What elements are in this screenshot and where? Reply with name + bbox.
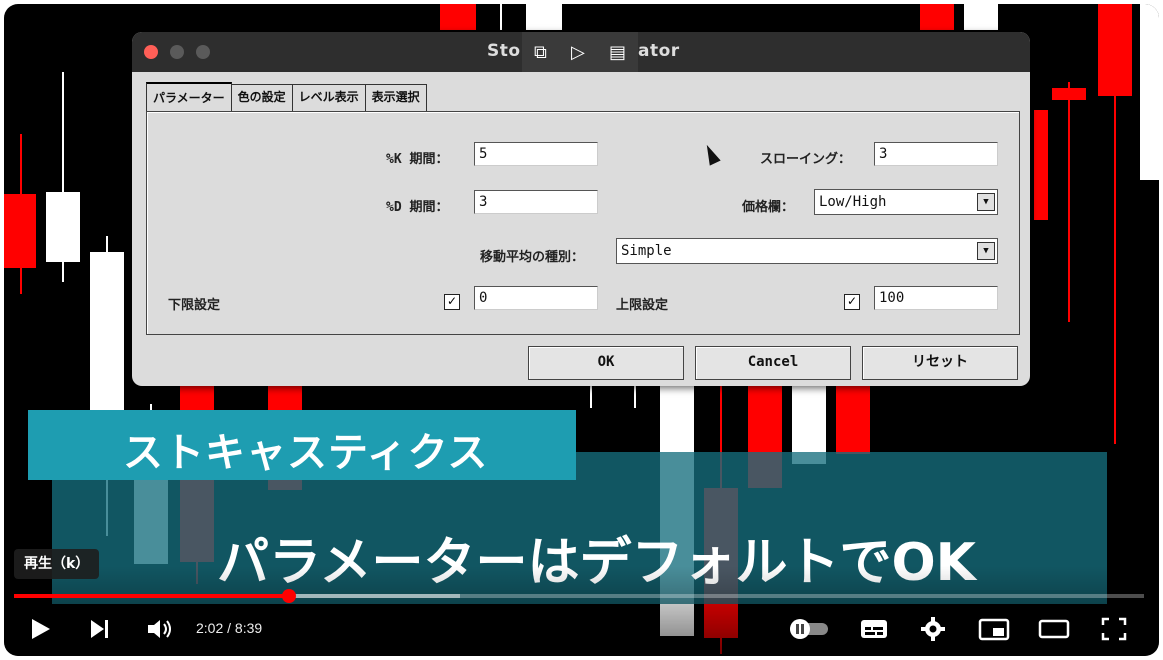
fullscreen-button[interactable] (1100, 612, 1128, 646)
candle (46, 192, 80, 262)
upper-limit-input[interactable]: 100 (874, 286, 998, 310)
subtitles-button[interactable] (860, 612, 888, 646)
cancel-button[interactable]: Cancel (695, 346, 851, 380)
tab-colors[interactable]: 色の設定 (230, 84, 293, 112)
dialog-title-right: ator (638, 41, 680, 61)
ma-method-label: 移動平均の種別： (480, 250, 585, 265)
ma-method-select[interactable]: Simple ▼ (616, 238, 998, 264)
autoplay-toggle-icon (790, 619, 828, 639)
candle (4, 194, 36, 268)
upper-limit-label: 上限設定 (616, 298, 669, 313)
progress-bar[interactable] (14, 589, 1144, 603)
k-period-input[interactable]: 5 (474, 142, 598, 166)
play-icon (32, 619, 50, 639)
time-display: 2:02 / 8:39 (196, 620, 263, 636)
k-period-label: %K 期間： (386, 152, 449, 167)
play-button[interactable] (30, 612, 52, 646)
caption-top-text: ストキャスティクス (123, 430, 489, 476)
close-window-button[interactable] (144, 45, 158, 59)
settings-button[interactable] (920, 612, 946, 646)
miniplayer-button[interactable] (978, 612, 1010, 646)
fullscreen-icon (1101, 617, 1127, 641)
price-field-select[interactable]: Low/High ▼ (814, 189, 998, 215)
upper-limit-checkbox[interactable]: ✓ (844, 294, 860, 310)
reset-button[interactable]: リセット (862, 346, 1018, 380)
overlay-toolbar: ⧉ ▷ ▤ (522, 32, 638, 72)
candle (1034, 110, 1048, 220)
video-ai-icon[interactable]: ▷ (571, 42, 585, 63)
subtitles-icon (861, 620, 887, 638)
tab-visualization[interactable]: 表示選択 (364, 84, 427, 112)
ma-method-value: Simple (621, 243, 672, 259)
candle (1098, 4, 1132, 96)
candle (1052, 88, 1086, 100)
dropdown-arrow-icon: ▼ (977, 193, 995, 211)
stochastic-oscillator-dialog: Sto ator ⧉ ▷ ▤ パラメーター 色の設定 レベル表示 表示選択 %K… (132, 32, 1030, 386)
d-period-label: %D 期間： (386, 200, 449, 215)
play-tooltip: 再生（k） (14, 549, 100, 579)
candle (440, 4, 476, 30)
pip-icon[interactable]: ⧉ (534, 42, 547, 63)
lower-limit-input[interactable]: 0 (474, 286, 598, 310)
caption-banner-top: ストキャスティクス (28, 410, 576, 480)
dialog-titlebar: Sto ator ⧉ ▷ ▤ (132, 32, 1030, 72)
price-field-value: Low/High (819, 194, 887, 210)
played-bar (14, 594, 289, 598)
video-player[interactable]: Sto ator ⧉ ▷ ▤ パラメーター 色の設定 レベル表示 表示選択 %K… (4, 4, 1159, 656)
dialog-title-left: Sto (487, 41, 521, 61)
next-icon (91, 620, 108, 638)
summary-icon[interactable]: ▤ (609, 42, 626, 63)
settings-icon (921, 617, 945, 641)
slowing-label: スローイング： (760, 152, 852, 167)
lower-limit-checkbox[interactable]: ✓ (444, 294, 460, 310)
theater-mode-button[interactable] (1038, 612, 1070, 646)
theater-icon (1038, 619, 1070, 639)
dropdown-arrow-icon: ▼ (977, 242, 995, 260)
candle (964, 4, 998, 30)
scrubber-handle[interactable] (281, 589, 296, 603)
volume-icon (148, 620, 171, 638)
candle (90, 252, 124, 412)
tab-levels[interactable]: レベル表示 (291, 84, 366, 112)
slowing-input[interactable]: 3 (874, 142, 998, 166)
volume-button[interactable] (146, 612, 174, 646)
next-button[interactable] (88, 612, 112, 646)
lower-limit-label: 下限設定 (168, 298, 221, 313)
candle (1140, 4, 1159, 180)
price-field-label: 価格欄： (742, 200, 795, 215)
tab-parameters[interactable]: パラメーター (146, 82, 232, 112)
miniplayer-icon (978, 618, 1010, 641)
candle (920, 4, 954, 30)
candle (836, 384, 870, 454)
d-period-input[interactable]: 3 (474, 190, 598, 214)
ok-button[interactable]: OK (528, 346, 684, 380)
minimize-window-button[interactable] (170, 45, 184, 59)
zoom-window-button[interactable] (196, 45, 210, 59)
candle (526, 4, 562, 30)
dialog-tabs: パラメーター 色の設定 レベル表示 表示選択 (146, 82, 427, 112)
autoplay-toggle[interactable] (788, 612, 830, 646)
